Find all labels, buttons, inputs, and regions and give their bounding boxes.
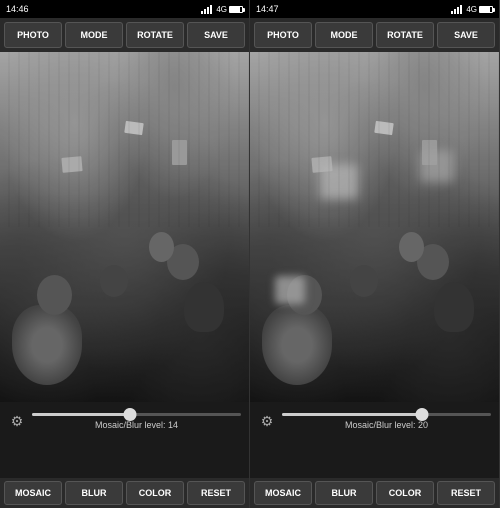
save-button-right[interactable]: SAVE [437,22,495,48]
slider-row-left: ⚙ Mosaic/Blur level: 14 [8,406,241,432]
signal-icon-right [451,5,462,14]
status-icons-right: 4G [451,5,493,14]
left-panel: 14:46 4G PHOTO MODE ROTATE SAVE [0,0,250,508]
rotate-button-right[interactable]: ROTATE [376,22,434,48]
mode-button-right[interactable]: MODE [315,22,373,48]
battery-icon-left [229,6,243,13]
mosaic-button-right[interactable]: MOSAIC [254,481,312,505]
bottom-bar-right: MOSAIC BLUR COLOR RESET [250,478,499,508]
reset-button-left[interactable]: RESET [187,481,245,505]
toolbar-left: PHOTO MODE ROTATE SAVE [0,18,249,52]
status-icons-left: 4G [201,5,243,14]
slider-row-right: ⚙ Mosaic/Blur level: 20 [258,406,491,432]
blur-button-left[interactable]: BLUR [65,481,123,505]
network-type-left: 4G [216,5,227,14]
battery-icon-right [479,6,493,13]
slider-track-left[interactable] [32,413,241,416]
time-right: 14:47 [256,4,279,14]
save-button-left[interactable]: SAVE [187,22,245,48]
mosaic-button-left[interactable]: MOSAIC [4,481,62,505]
status-bar-left: 14:46 4G [0,0,249,18]
mode-button-left[interactable]: MODE [65,22,123,48]
toolbar-right: PHOTO MODE ROTATE SAVE [250,18,499,52]
settings-icon-left[interactable]: ⚙ [8,412,26,430]
reset-button-right[interactable]: RESET [437,481,495,505]
blur-button-right[interactable]: BLUR [315,481,373,505]
slider-label-left: Mosaic/Blur level: 14 [95,420,178,430]
photo-button-right[interactable]: PHOTO [254,22,312,48]
image-area-left [0,52,249,402]
slider-label-right: Mosaic/Blur level: 20 [345,420,428,430]
rotate-button-left[interactable]: ROTATE [126,22,184,48]
controls-right: ⚙ Mosaic/Blur level: 20 [250,402,499,478]
right-panel: 14:47 4G PHOTO MODE ROTATE SAVE [250,0,500,508]
signal-icon [201,5,212,14]
bottom-bar-left: MOSAIC BLUR COLOR RESET [0,478,249,508]
slider-container-left: Mosaic/Blur level: 14 [32,413,241,430]
image-area-right [250,52,499,402]
network-type-right: 4G [466,5,477,14]
slider-track-right[interactable] [282,413,491,416]
color-button-left[interactable]: COLOR [126,481,184,505]
status-bar-right: 14:47 4G [250,0,499,18]
time-left: 14:46 [6,4,29,14]
slider-container-right: Mosaic/Blur level: 20 [282,413,491,430]
settings-icon-right[interactable]: ⚙ [258,412,276,430]
crowd-overlay-left [0,52,249,402]
photo-button-left[interactable]: PHOTO [4,22,62,48]
controls-left: ⚙ Mosaic/Blur level: 14 [0,402,249,478]
color-button-right[interactable]: COLOR [376,481,434,505]
crowd-overlay-right [250,52,499,402]
